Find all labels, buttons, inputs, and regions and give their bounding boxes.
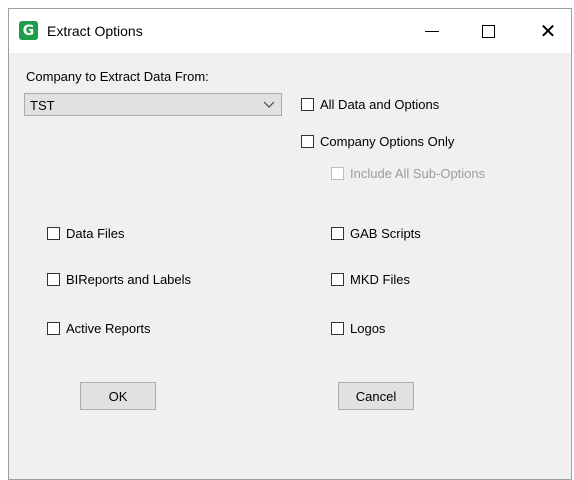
all-data-option[interactable]: All Data and Options: [301, 97, 439, 112]
logos-label: Logos: [350, 321, 386, 336]
bi-reports-checkbox[interactable]: [47, 273, 60, 286]
close-button[interactable]: ✕: [525, 9, 571, 53]
company-options-only-option[interactable]: Company Options Only: [301, 134, 454, 149]
app-logo-icon: G: [19, 21, 38, 40]
window-title: Extract Options: [47, 23, 143, 39]
extract-options-dialog: G Extract Options ✕ Company to Extract D…: [8, 8, 572, 480]
company-options-only-checkbox[interactable]: [301, 135, 314, 148]
mkd-files-option[interactable]: MKD Files: [331, 272, 410, 287]
data-files-checkbox[interactable]: [47, 227, 60, 240]
gab-scripts-checkbox[interactable]: [331, 227, 344, 240]
include-sub-options-label: Include All Sub-Options: [350, 166, 486, 181]
ok-button[interactable]: OK: [80, 382, 156, 410]
logos-checkbox[interactable]: [331, 322, 344, 335]
mkd-files-checkbox[interactable]: [331, 273, 344, 286]
active-reports-option[interactable]: Active Reports: [47, 321, 151, 336]
close-icon: ✕: [539, 19, 557, 43]
company-label: Company to Extract Data From:: [26, 69, 209, 84]
include-sub-options-checkbox[interactable]: [331, 167, 344, 180]
gab-scripts-label: GAB Scripts: [350, 226, 421, 241]
company-select-value: TST: [30, 98, 55, 113]
active-reports-checkbox[interactable]: [47, 322, 60, 335]
logos-option[interactable]: Logos: [331, 321, 385, 336]
data-files-option[interactable]: Data Files: [47, 226, 125, 241]
title-bar[interactable]: G Extract Options ✕: [9, 9, 571, 53]
include-sub-options-option[interactable]: Include All Sub-Options: [331, 166, 485, 181]
all-data-checkbox[interactable]: [301, 98, 314, 111]
maximize-icon: [481, 24, 495, 38]
chevron-down-icon: [263, 101, 275, 108]
bi-reports-label: BIReports and Labels: [66, 272, 192, 287]
company-select[interactable]: TST: [24, 93, 282, 116]
maximize-button[interactable]: [465, 9, 511, 53]
minimize-icon: [425, 30, 439, 32]
cancel-button[interactable]: Cancel: [338, 382, 414, 410]
bi-reports-option[interactable]: BIReports and Labels: [47, 272, 191, 287]
active-reports-label: Active Reports: [66, 321, 151, 336]
gab-scripts-option[interactable]: GAB Scripts: [331, 226, 421, 241]
all-data-label: All Data and Options: [320, 97, 440, 112]
minimize-button[interactable]: [409, 9, 455, 53]
company-options-only-label: Company Options Only: [320, 134, 455, 149]
data-files-label: Data Files: [66, 226, 125, 241]
mkd-files-label: MKD Files: [350, 272, 410, 287]
